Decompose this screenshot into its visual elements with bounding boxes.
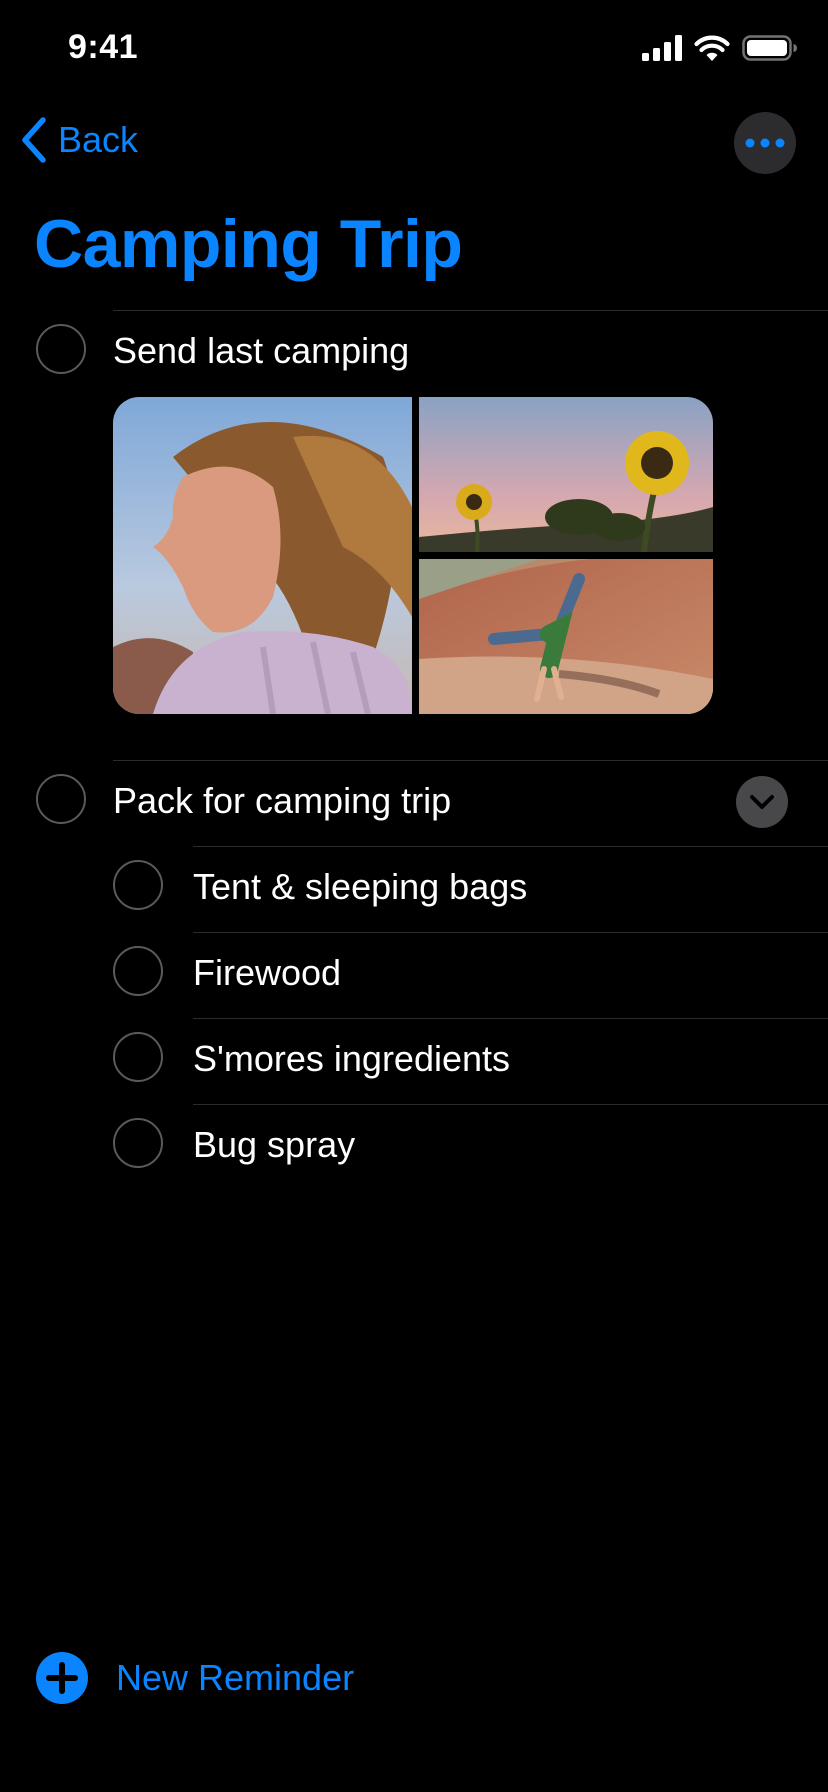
nav-bar: Back: [0, 96, 828, 188]
subtask-checkbox[interactable]: [113, 860, 163, 910]
status-bar: 9:41: [0, 0, 828, 96]
separator: [113, 760, 828, 761]
separator: [193, 1018, 828, 1019]
subtask-row: Firewood: [0, 934, 828, 1014]
subtask-title[interactable]: S'mores ingredients: [193, 1038, 510, 1080]
sunflowers-photo-image: [419, 397, 713, 552]
chevron-left-icon: [22, 117, 46, 163]
status-icons: [642, 34, 798, 62]
battery-icon: [742, 35, 797, 61]
plus-circle-icon: [36, 1652, 88, 1704]
separator: [193, 1104, 828, 1105]
status-time: 9:41: [68, 28, 139, 66]
separator: [193, 932, 828, 933]
new-reminder-label: New Reminder: [116, 1657, 355, 1698]
subtask-checkbox[interactable]: [113, 1032, 163, 1082]
cartwheel-photo-image: [419, 559, 713, 714]
photo-grid[interactable]: [113, 397, 713, 714]
subtask-title[interactable]: Tent & sleeping bags: [193, 866, 527, 908]
chevron-down-icon: [750, 795, 774, 809]
reminder-row: Pack for camping trip: [0, 762, 828, 842]
subtask-title[interactable]: Firewood: [193, 952, 341, 994]
page-title: Camping Trip: [34, 206, 463, 282]
ellipsis-icon: [745, 138, 785, 148]
subtask-row: S'mores ingredients: [0, 1020, 828, 1100]
new-reminder-button[interactable]: New Reminder: [36, 1652, 354, 1704]
reminder-checkbox[interactable]: [36, 774, 86, 824]
cellular-signal-icon: [642, 35, 682, 61]
back-button[interactable]: Back: [20, 116, 138, 164]
collapse-subtasks-button[interactable]: [736, 776, 788, 828]
cartwheel-photo[interactable]: [419, 559, 713, 714]
subtask-checkbox[interactable]: [113, 1118, 163, 1168]
reminder-checkbox[interactable]: [36, 324, 86, 374]
wifi-icon: [694, 35, 730, 61]
subtask-title[interactable]: Bug spray: [193, 1124, 355, 1166]
subtask-row: Bug spray: [0, 1106, 828, 1186]
reminder-row: Send last camping: [0, 312, 828, 392]
portrait-photo[interactable]: [113, 397, 412, 714]
more-button[interactable]: [734, 112, 796, 174]
subtask-checkbox[interactable]: [113, 946, 163, 996]
subtask-row: Tent & sleeping bags: [0, 848, 828, 928]
portrait-photo-image: [113, 397, 412, 714]
back-label: Back: [58, 119, 139, 160]
reminder-title[interactable]: Pack for camping trip: [113, 780, 451, 822]
separator: [113, 310, 828, 311]
separator: [193, 846, 828, 847]
reminder-title[interactable]: Send last camping: [113, 330, 409, 372]
sunflowers-photo[interactable]: [419, 397, 713, 552]
